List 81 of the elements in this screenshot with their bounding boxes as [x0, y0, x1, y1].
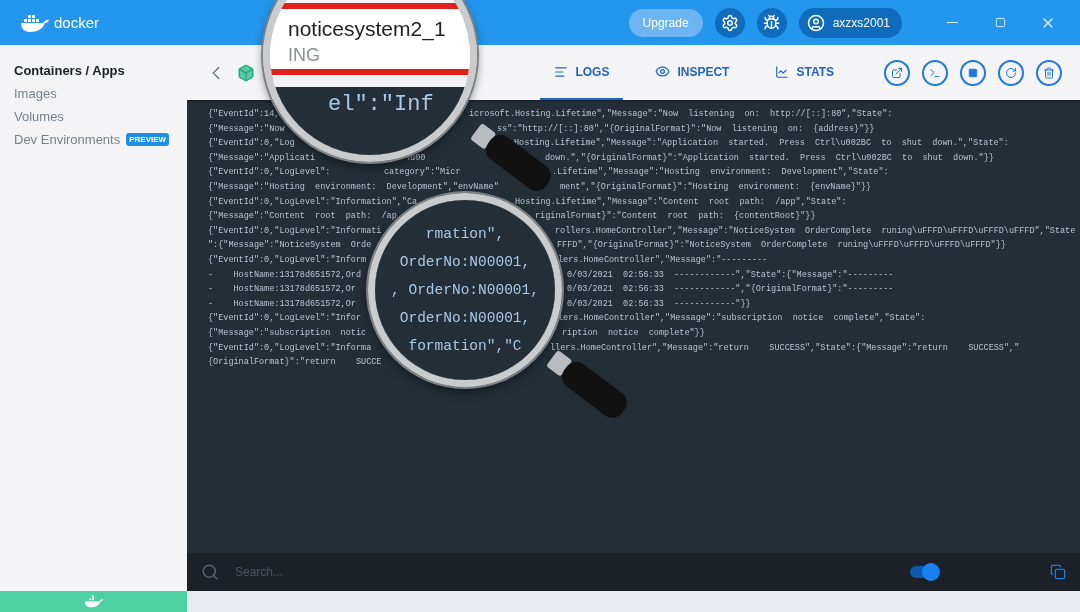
log-text: - HostName:13178d651572,Ord: [208, 268, 362, 282]
log-text: category":"Micr: [384, 166, 461, 180]
magnified-log-text: formation","C: [408, 337, 522, 356]
log-text: {"EventId":0,"Log: [208, 137, 295, 151]
tab[interactable]: STATS: [761, 45, 848, 100]
search-icon: [201, 563, 219, 581]
log-text: 0/03/2021 02:56:33 ------------","{OriginalFormat}":"---------: [567, 283, 894, 297]
sidebar-item[interactable]: Volumes: [14, 109, 64, 124]
log-text: {OriginalFormat}":"return SUCCE: [208, 356, 382, 370]
maximize-icon: [994, 17, 1006, 28]
whale-logo-icon: [20, 12, 50, 33]
log-text: llers.HomeController","Message":"return SUCCESS","State":{"Message":"return SUCCESS",": [550, 341, 1020, 355]
log-text: 0/03/2021 02:56:33 ------------","State":{"Message":"---------: [567, 268, 894, 282]
log-text: lers.HomeController","Message":"subscription notice complete","State":: [558, 312, 926, 326]
log-text: {"EventId":0,"LogLevel":"Informati: [208, 224, 382, 238]
log-text: FFFD","{OriginalFormat}":"NoticeSystem OrderComplete runing\uFFFD\uFFFD\uFFFD\uFFFD"}}: [557, 239, 1006, 253]
user-button[interactable]: axzxs2001: [798, 7, 902, 38]
log-text: lers.HomeController","Message":"---------: [558, 253, 768, 267]
avatar-icon: [806, 13, 825, 32]
terminal-icon: [929, 66, 941, 79]
external-link-icon: [891, 66, 903, 79]
container-name: noticesystem2_1: [288, 16, 447, 43]
gear-icon: [720, 13, 739, 32]
delete-button[interactable]: [1036, 59, 1062, 86]
log-text: {"Message":"Applicati: [208, 151, 316, 165]
search-field[interactable]: Search...: [233, 564, 896, 580]
log-text: icrosoft.Hosting.Lifetime","Message":"Now listening on: http://[::]:80","State":: [469, 108, 893, 121]
stop-icon: [968, 67, 978, 78]
tab[interactable]: INSPECT: [641, 45, 744, 100]
magnified-log-text: , OrderNo:N00001,: [391, 281, 539, 300]
log-text: {"EventId":0,"LogLevel":"Infor: [208, 312, 362, 326]
log-text: riginalFormat}":"Content root path: {contentRoot}"}}: [535, 210, 816, 224]
sidebar-item[interactable]: Containers / Apps: [14, 63, 125, 78]
bug-button[interactable]: [756, 7, 787, 38]
log-text: ment","{OriginalFormat}":"Hosting environment: {envName}"}}: [560, 180, 872, 194]
log-text: - HostName:13178d651572,Or: [208, 283, 356, 297]
log-text: {"EventId":0,"LogLevel":"Information","Ca: [208, 195, 418, 209]
log-text: down.","{OriginalFormat}":"Application started. Press Ctrl\u002BC to shut down."}}: [545, 151, 994, 165]
magnified-log-text: rmation",: [425, 225, 505, 244]
magnified-log-text: el":"Inf: [328, 95, 435, 115]
lines-icon: [554, 64, 569, 79]
settings-button[interactable]: [714, 7, 745, 38]
log-text: Hosting.Lifetime","Message":"Content root path: /app","State":: [515, 195, 847, 209]
status-text: ING: [288, 45, 321, 65]
open-external-button[interactable]: [884, 59, 910, 86]
log-text: {"EventId":0,"LogLevel":"Inform: [208, 253, 367, 267]
preview-badge: PREVIEW: [126, 133, 170, 146]
log-text: ription notice complete"}}: [562, 326, 705, 340]
bug-icon: [763, 14, 781, 31]
log-text: {"EventId":0,"LogLevel":: [208, 166, 331, 180]
log-text: ":{"Message":"NoticeSystem Orde: [208, 239, 372, 253]
sidebar-item[interactable]: Dev Environments: [14, 132, 121, 147]
log-text: .Lifetime","Message":"Hosting environment: Development","State":: [552, 166, 889, 180]
log-text: rollers.HomeController","Message":"NoticeSystem OrderComplete runing\uFFFD\uFFFD\uFFFD\uFFFD","State: [555, 224, 1076, 238]
log-text: {"Message":"Content root path: /ap: [208, 210, 397, 224]
magnified-log-text: OrderNo:N00001,: [399, 309, 531, 328]
log-text: - HostName:13178d651572,Or: [208, 297, 356, 311]
chart-icon: [775, 64, 790, 79]
log-text: {"EventId":0,"LogLevel":"Informa: [208, 341, 372, 355]
log-text: Hosting.Lifetime","Message":"Application started. Press Ctrl\u002BC to shut down.","State":: [514, 137, 1009, 151]
log-text: {"Message":"Now: [208, 122, 285, 136]
stop-button[interactable]: [960, 59, 986, 86]
log-text: 0/03/2021 02:56:33 ------------"}}: [567, 297, 751, 311]
search-bar[interactable]: Search...: [187, 553, 1080, 591]
restart-icon: [1005, 66, 1017, 79]
minimize-icon: [946, 21, 958, 24]
log-text: {"Message":"Hosting environment: Development","envName": [208, 180, 499, 194]
whale-icon: [83, 595, 104, 608]
log-text: {"Message":"subscription notic: [208, 326, 367, 340]
cube-icon: [237, 63, 255, 82]
tab[interactable]: LOGS: [540, 45, 624, 100]
log-text: ss":"http://[::]:80","{OriginalFormat}":"Now listening on: {address}"}}: [497, 122, 875, 136]
logo-text: docker: [54, 14, 100, 31]
copy-icon[interactable]: [1050, 564, 1066, 580]
magnified-log-text: OrderNo:N00001,: [399, 253, 531, 272]
trash-icon: [1043, 66, 1055, 79]
restart-button[interactable]: [998, 59, 1024, 86]
terminal-button[interactable]: [922, 59, 948, 86]
sidebar-item[interactable]: Images: [14, 86, 57, 101]
log-text: {"EventId":14,: [208, 108, 280, 121]
eye-icon: [655, 64, 671, 79]
